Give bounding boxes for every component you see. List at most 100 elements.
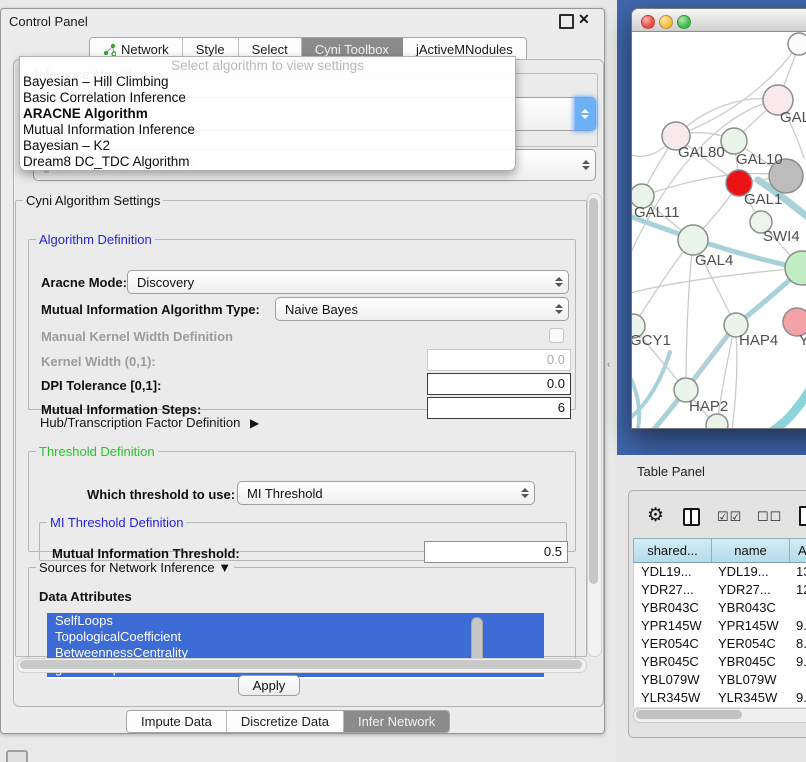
network-canvas[interactable]: GALGAL80GAL10GAL1GAL11SWI4GAL4GCY1HAP4YH…: [632, 32, 806, 428]
table-cell: YLR345W: [634, 689, 712, 707]
node-label-y: Y: [799, 332, 806, 349]
kernel-width-field[interactable]: 0.0: [427, 349, 571, 371]
combo-arrows-icon: [577, 150, 595, 180]
table-row[interactable]: YBR045CYBR045C9.: [634, 653, 806, 671]
algorithm-option-bayesian-hill-climbing[interactable]: Bayesian – Hill Climbing: [20, 74, 515, 90]
network-graph: GALGAL80GAL10GAL1GAL11SWI4GAL4GCY1HAP4YH…: [632, 32, 806, 428]
tab-label: Discretize Data: [241, 714, 329, 729]
cyni-mode-tabs: Impute Data Discretize Data Infer Network: [126, 710, 450, 733]
column-header-name[interactable]: name: [712, 539, 790, 562]
mi-steps-field[interactable]: 6: [427, 397, 571, 419]
columns-icon[interactable]: [683, 508, 700, 526]
close-icon[interactable]: ✕: [578, 11, 590, 28]
network-window-titlebar[interactable]: [632, 9, 806, 32]
dpi-tolerance-label: DPI Tolerance [0,1]:: [41, 378, 161, 393]
algorithm-option-aracne-algorithm[interactable]: ARACNE Algorithm: [20, 106, 515, 122]
application-window: GALGAL80GAL10GAL1GAL11SWI4GAL4GCY1HAP4YH…: [0, 0, 806, 762]
table-cell: YLR345W: [712, 689, 790, 707]
combo-arrows-icon: [550, 298, 568, 320]
manual-kernel-width-label: Manual Kernel Width Definition: [41, 329, 233, 344]
dpi-tolerance-field[interactable]: 0.0: [427, 373, 571, 395]
tab-infer-network[interactable]: Infer Network: [344, 711, 449, 732]
mi-algorithm-type-label: Mutual Information Algorithm Type:: [41, 302, 260, 317]
apply-button[interactable]: Apply: [238, 675, 300, 696]
node-label-swi4: SWI4: [763, 228, 800, 245]
settings-vscroll-thumb[interactable]: [589, 198, 598, 584]
manual-kernel-width-checkbox[interactable]: [549, 328, 564, 343]
algorithm-option-bayesian-k2[interactable]: Bayesian – K2: [20, 138, 515, 154]
column-header-shared[interactable]: shared...: [634, 539, 712, 562]
settings-vertical-scrollbar[interactable]: [587, 193, 602, 657]
table-row[interactable]: YLR345WYLR345W9.: [634, 689, 806, 707]
hub-definition-expander[interactable]: Hub/Transcription Factor Definition ▶: [40, 415, 259, 430]
settings-hscroll-thumb[interactable]: [20, 660, 582, 669]
algorithm-option-dream8-dc-tdc-algorithm[interactable]: Dream8 DC_TDC Algorithm: [20, 154, 515, 170]
node-label-gal10: GAL10: [736, 151, 783, 168]
attribute-item-selfloops[interactable]: SelfLoops: [47, 613, 544, 629]
tab-label: Infer Network: [358, 714, 435, 729]
table-hscroll-thumb[interactable]: [636, 710, 742, 719]
settings-horizontal-scrollbar[interactable]: [17, 658, 587, 673]
node-label-hap2: HAP2: [689, 398, 728, 415]
table-row[interactable]: YER054CYER054C8.: [634, 635, 806, 653]
table-row[interactable]: YDR27...YDR27...12: [634, 581, 806, 599]
collapsed-arrow-icon: ▶: [250, 416, 259, 430]
table-toolbar: ⚙ ☑☑ ☐☐: [629, 499, 806, 531]
table-cell: YDR27...: [712, 581, 790, 599]
table-row[interactable]: YBL079WYBL079W: [634, 671, 806, 689]
table-cell: YDL19...: [634, 563, 712, 581]
combo-arrows-icon: [550, 271, 568, 293]
table-cell: YER054C: [712, 635, 790, 653]
network-node[interactable]: [788, 33, 806, 55]
network-edge[interactable]: [760, 388, 806, 428]
minimize-traffic-light-icon[interactable]: [659, 15, 673, 29]
table-row[interactable]: YBR043CYBR043C: [634, 599, 806, 617]
mi-algorithm-type-combobox[interactable]: Naive Bayes: [275, 297, 569, 321]
table-panel: Table Panel ⚙ ☑☑ ☐☐ shared...nameA YDL19…: [617, 455, 806, 762]
table-row[interactable]: YPR145WYPR145W9.: [634, 617, 806, 635]
clear-all-checkboxes-icon[interactable]: ☐☐: [757, 509, 782, 525]
export-table-icon[interactable]: [799, 506, 806, 526]
table-horizontal-scrollbar[interactable]: [633, 708, 806, 723]
algorithm-option-basic-correlation-inference[interactable]: Basic Correlation Inference: [20, 90, 515, 106]
table-row[interactable]: YDL19...YDL19...13: [634, 563, 806, 581]
gear-icon[interactable]: ⚙: [647, 506, 664, 525]
which-threshold-combobox[interactable]: MI Threshold: [237, 481, 535, 505]
aracne-mode-label: Aracne Mode:: [41, 275, 127, 290]
tab-label: jActiveMNodules: [416, 42, 513, 57]
tab-discretize-data[interactable]: Discretize Data: [227, 711, 344, 732]
zoom-traffic-light-icon[interactable]: [677, 15, 691, 29]
table-cell: YBL079W: [712, 671, 790, 689]
column-header-a[interactable]: A: [790, 539, 806, 562]
mi-threshold-label: Mutual Information Threshold:: [52, 546, 240, 561]
table-cell: 9.: [790, 653, 806, 671]
table-body: YDL19...YDL19...13YDR27...YDR27...12YBR0…: [633, 563, 806, 707]
table-cell: YBR045C: [712, 653, 790, 671]
tab-impute-data[interactable]: Impute Data: [127, 711, 227, 732]
table-header-row: shared...nameA: [633, 538, 806, 563]
bottom-corner-button[interactable]: [6, 750, 28, 762]
data-attributes-label: Data Attributes: [39, 589, 132, 604]
expanded-arrow-icon[interactable]: ▼: [218, 560, 231, 575]
network-node-gal4[interactable]: [678, 225, 708, 255]
network-edge[interactable]: [732, 324, 737, 428]
sources-group: Sources for Network Inference ▼ Data Att…: [28, 560, 576, 670]
network-edge[interactable]: [632, 370, 639, 428]
attribute-item-topologicalcoefficient[interactable]: TopologicalCoefficient: [47, 629, 544, 645]
network-node[interactable]: [706, 414, 728, 428]
algorithm-option-mutual-information-inference[interactable]: Mutual Information Inference: [20, 122, 515, 138]
table-cell: YBL079W: [634, 671, 712, 689]
node-label-hap4: HAP4: [739, 332, 778, 349]
float-window-icon[interactable]: [559, 14, 574, 29]
select-all-checkboxes-icon[interactable]: ☑☑: [717, 509, 742, 525]
table-cell: 8.: [790, 635, 806, 653]
table-cell: YBR045C: [634, 653, 712, 671]
network-edge[interactable]: [686, 240, 693, 390]
close-traffic-light-icon[interactable]: [641, 15, 655, 29]
node-label-gal80: GAL80: [678, 144, 725, 161]
panel-splitter-icon[interactable]: ‹: [607, 360, 614, 370]
combo-arrows-icon: [575, 98, 595, 130]
table-cell: 12: [790, 581, 806, 599]
mi-threshold-definition-group: MI Threshold Definition Mutual Informati…: [39, 515, 567, 561]
aracne-mode-combobox[interactable]: Discovery: [127, 270, 569, 294]
